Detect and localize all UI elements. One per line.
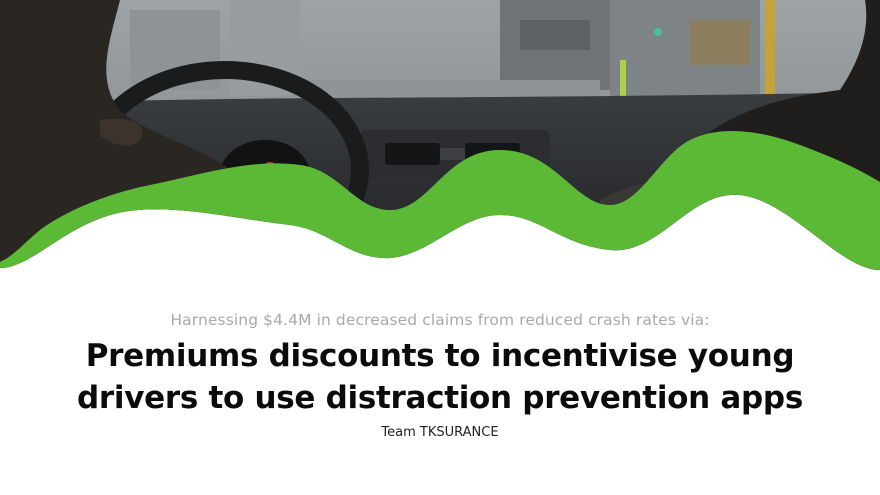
title-line-1: Premiums discounts to incentivise young [85, 338, 795, 374]
page-title: Premiums discounts to incentivise young … [0, 335, 880, 419]
subtitle: Harnessing $4.4M in decreased claims fro… [170, 311, 710, 329]
slide: Harnessing $4.4M in decreased claims fro… [0, 0, 880, 495]
hero-photo [0, 0, 880, 270]
team-name: Team TKSURANCE [381, 425, 499, 440]
title-line-2: drivers to use distraction prevention ap… [77, 380, 803, 416]
